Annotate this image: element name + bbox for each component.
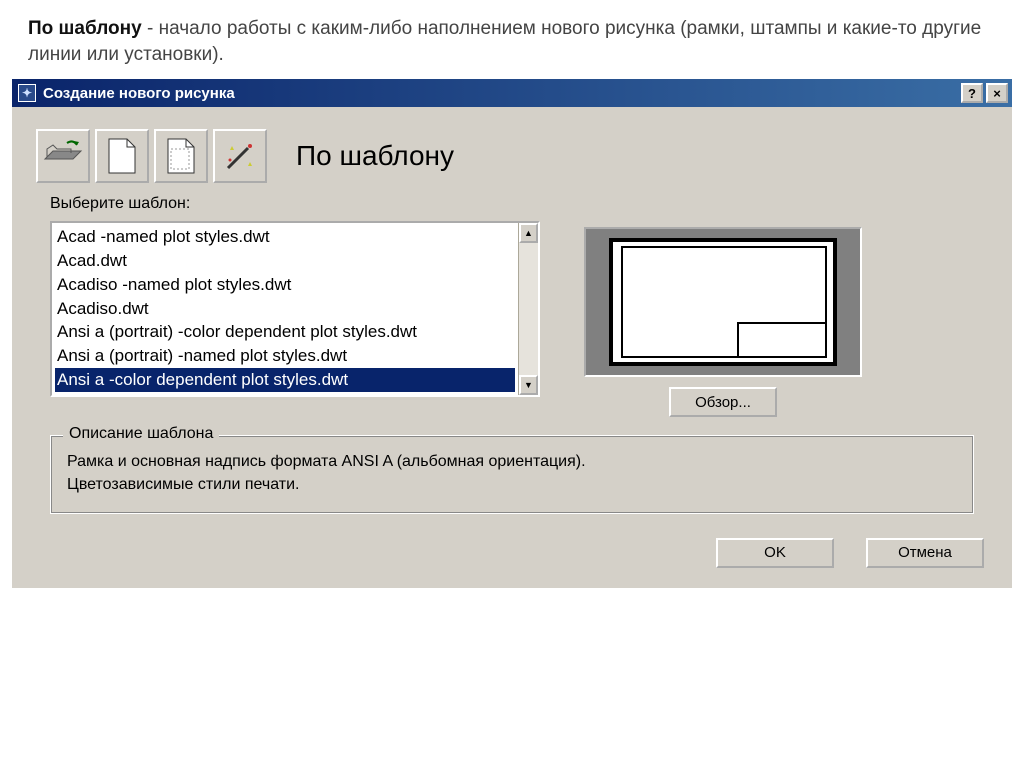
description-label: Описание шаблона (63, 425, 219, 443)
window-title: Создание нового рисунка (43, 85, 958, 102)
list-item[interactable]: Ansi a (portrait) -color dependent plot … (55, 320, 515, 344)
browse-button[interactable]: Обзор... (669, 387, 777, 417)
titlebar: ✦ Создание нового рисунка ? × (12, 79, 1012, 107)
preview-drawing-icon (609, 238, 837, 366)
list-item[interactable]: Acadiso.dwt (55, 297, 515, 321)
template-select-label: Выберите шаблон: (50, 195, 992, 213)
description-line: Цветозависимые стили печати. (67, 473, 957, 496)
description-line: Рамка и основная надпись формата ANSI A … (67, 450, 957, 473)
template-listbox[interactable]: Acad -named plot styles.dwtAcad.dwtAcadi… (50, 221, 540, 397)
mode-toolbar: По шаблону (36, 129, 992, 183)
page-intro: По шаблону - начало работы с каким-либо … (0, 0, 1024, 79)
ok-button[interactable]: OK (716, 538, 834, 568)
help-button[interactable]: ? (961, 83, 983, 103)
template-preview (584, 227, 862, 377)
intro-bold: По шаблону (28, 18, 142, 39)
close-button[interactable]: × (986, 83, 1008, 103)
scroll-track[interactable] (519, 243, 538, 375)
scroll-up-button[interactable]: ▲ (519, 223, 538, 243)
wizard-icon (222, 138, 258, 174)
mode-open-button[interactable] (36, 129, 90, 183)
intro-text: - начало работы с каким-либо наполнением… (28, 18, 981, 65)
template-page-icon (166, 137, 196, 175)
blank-page-icon (107, 137, 137, 175)
scrollbar[interactable]: ▲ ▼ (518, 223, 538, 395)
scroll-down-button[interactable]: ▼ (519, 375, 538, 395)
list-item[interactable]: Ansi a -color dependent plot styles.dwt (55, 368, 515, 392)
list-item[interactable]: Ansi a (portrait) -named plot styles.dwt (55, 344, 515, 368)
folder-open-icon (43, 139, 83, 173)
dialog-window: ✦ Создание нового рисунка ? × (12, 79, 1012, 587)
mode-template-button[interactable] (154, 129, 208, 183)
dialog-body: По шаблону Выберите шаблон: Acad -named … (12, 107, 1012, 587)
cancel-button[interactable]: Отмена (866, 538, 984, 568)
mode-blank-button[interactable] (95, 129, 149, 183)
mode-title: По шаблону (296, 140, 454, 172)
app-icon: ✦ (18, 84, 36, 102)
list-item[interactable]: Acadiso -named plot styles.dwt (55, 273, 515, 297)
description-groupbox: Описание шаблона Рамка и основная надпис… (50, 435, 974, 513)
list-item[interactable]: Acad -named plot styles.dwt (55, 225, 515, 249)
mode-wizard-button[interactable] (213, 129, 267, 183)
dialog-footer: OK Отмена (32, 538, 992, 568)
list-item[interactable]: Acad.dwt (55, 249, 515, 273)
